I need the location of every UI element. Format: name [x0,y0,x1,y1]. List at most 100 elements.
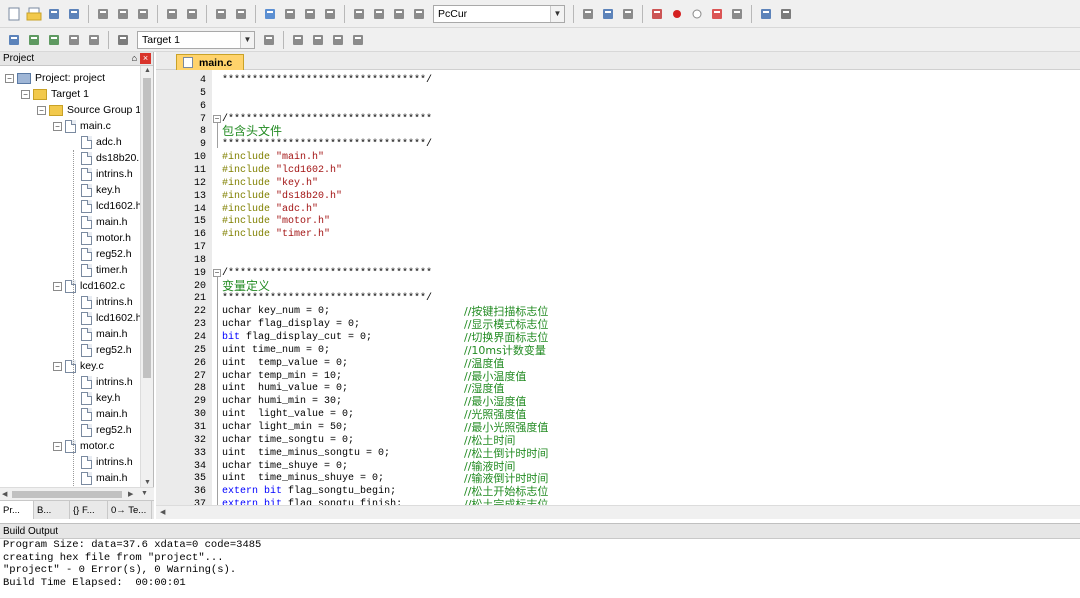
paste-icon[interactable] [135,6,151,22]
tree-item-file[interactable]: timer.h [69,262,128,278]
translate-icon[interactable] [6,32,22,48]
code-line[interactable]: uchar light_min = 50; [222,421,348,434]
tree-item-file[interactable]: intrins.h [69,374,133,390]
back-icon[interactable] [213,6,229,22]
pin-icon[interactable]: ⌂ [132,52,137,65]
scroll-down-icon[interactable]: ▼ [144,479,151,486]
scroll-right-icon[interactable]: ▶ [128,490,133,498]
pack-installer-icon[interactable] [350,32,366,48]
rebuild-icon[interactable] [46,32,62,48]
tree-item-file[interactable]: lcd1602.h [69,310,141,326]
find-combo[interactable]: PcCur ▼ [433,4,565,23]
tree-item-target[interactable]: − Target 1 [21,86,89,102]
tree-item-file[interactable]: lcd1602.h [69,198,141,214]
code-line[interactable]: uchar temp_min = 10; [222,370,342,383]
copy-icon[interactable] [115,6,131,22]
redo-icon[interactable] [184,6,200,22]
cut-icon[interactable] [95,6,111,22]
expand-toggle-icon[interactable]: − [53,281,62,291]
code-line[interactable]: uint light_value = 0; [222,408,354,421]
code-line[interactable]: #include "timer.h" [222,228,330,241]
kill-breakpoints-icon[interactable] [709,6,725,22]
uncomment-icon[interactable] [411,6,427,22]
breakpoint-icon[interactable] [669,6,685,22]
options-icon[interactable] [261,32,277,48]
next-bookmark-icon[interactable] [302,6,318,22]
code-line[interactable]: #include "key.h" [222,177,318,190]
tab-main-c[interactable]: main.c [176,54,244,70]
project-tab-1[interactable]: B... [34,501,70,519]
forward-icon[interactable] [233,6,249,22]
packs-icon[interactable] [330,32,346,48]
code-line[interactable]: uchar humi_min = 30; [222,395,342,408]
chevron-down-icon[interactable]: ▼ [550,5,564,22]
new-file-icon[interactable] [6,6,22,22]
project-vertical-scrollbar[interactable]: ▲ ▼ [140,66,153,487]
tree-item-file[interactable]: main.h [69,214,128,230]
stop-build-icon[interactable] [86,32,102,48]
tree-item-file[interactable]: main.h [69,470,128,486]
code-line[interactable]: uint temp_value = 0; [222,357,348,370]
project-tab-2[interactable]: {} F... [70,501,108,519]
windows-icon[interactable] [758,6,774,22]
fold-toggle-icon[interactable]: − [213,268,221,277]
expand-toggle-icon[interactable]: − [53,441,62,451]
expand-toggle-icon[interactable]: − [37,105,46,115]
code-line[interactable]: 变量定义 [222,279,270,293]
batch-build-icon[interactable] [66,32,82,48]
tree-item-file[interactable]: − main.c [53,118,111,134]
configure-icon[interactable] [778,6,794,22]
tree-item-file[interactable]: key.h [69,390,120,406]
scroll-left-icon[interactable]: ◀ [2,490,7,498]
tree-item-file[interactable]: main.h [69,326,128,342]
find-icon[interactable] [600,6,616,22]
scroll-down-icon[interactable]: ▼ [141,490,148,497]
expand-toggle-icon[interactable]: − [21,89,30,99]
code-line[interactable]: #include "main.h" [222,151,324,164]
code-line[interactable]: uchar time_songtu = 0; [222,434,354,447]
code-line[interactable]: bit flag_display_cut = 0; [222,331,372,344]
tree-item-file[interactable]: main.h [69,406,128,422]
select-device-icon[interactable] [310,32,326,48]
clear-bookmarks-icon[interactable] [322,6,338,22]
disable-breakpoint-icon[interactable] [689,6,705,22]
scrollbar-thumb[interactable] [143,78,151,378]
prev-bookmark-icon[interactable] [282,6,298,22]
code-line[interactable]: 包含头文件 [222,125,282,138]
tree-item-file[interactable]: reg52.h [69,342,132,358]
code-line[interactable]: #include "lcd1602.h" [222,164,342,177]
tree-item-folder[interactable]: − Source Group 1 [37,102,141,118]
tree-item-file[interactable]: intrins.h [69,454,133,470]
save-icon[interactable] [46,6,62,22]
project-tab-3[interactable]: 0→ Te... [108,501,152,519]
scroll-left-icon[interactable]: ◀ [160,508,165,516]
expand-toggle-icon[interactable]: − [53,121,62,131]
code-area[interactable]: 4 **********************************/5 6 7−… [156,70,1080,505]
code-line[interactable]: **********************************/ [222,292,432,305]
tree-item-file[interactable]: intrins.h [69,166,133,182]
build-output-log[interactable]: Program Size: data=37.6 xdata=0 code=348… [0,539,1080,589]
close-panel-icon[interactable]: × [140,53,151,64]
tree-item-file[interactable]: motor.h [69,230,131,246]
code-line[interactable]: #include "motor.h" [222,215,330,228]
fold-toggle-icon[interactable]: − [213,114,221,123]
build-icon[interactable] [26,32,42,48]
code-line[interactable]: **********************************/ [222,138,432,151]
code-line[interactable]: **********************************/ [222,74,432,87]
tree-item-file[interactable]: reg52.h [69,422,132,438]
tree-item-file[interactable]: adc.h [69,134,122,150]
tree-item-project[interactable]: − Project: project [5,70,105,86]
code-line[interactable]: #include "adc.h" [222,203,318,216]
comment-icon[interactable] [391,6,407,22]
bookmark-icon[interactable] [262,6,278,22]
code-line[interactable]: extern bit flag_songtu_begin; [222,485,396,498]
expand-toggle-icon[interactable]: − [5,73,14,83]
undo-icon[interactable] [164,6,180,22]
incremental-find-icon[interactable] [620,6,636,22]
unindent-icon[interactable] [371,6,387,22]
code-line[interactable]: extern bit flag_songtu_finish; [222,498,402,505]
code-line[interactable]: uint time_minus_shuye = 0; [222,472,384,485]
open-file-icon[interactable] [26,6,42,22]
find-in-files-icon[interactable] [580,6,596,22]
tree-item-file[interactable]: intrins.h [69,294,133,310]
